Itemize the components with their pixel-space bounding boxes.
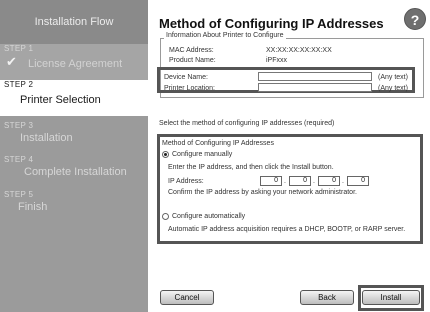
product-name-value: iPFxxx <box>266 57 287 64</box>
cancel-button[interactable]: Cancel <box>160 290 214 305</box>
page-title: Method of Configuring IP Addresses <box>159 16 384 31</box>
mac-address-value: XX:XX:XX:XX:XX:XX <box>266 47 332 54</box>
step-name: Installation <box>20 132 73 144</box>
printer-location-label: Printer Location: <box>164 85 215 92</box>
info-legend: Information About Printer to Configure <box>164 32 286 39</box>
main-panel: Method of Configuring IP Addresses ? Inf… <box>150 0 430 312</box>
method-legend: Method of Configuring IP Addresses <box>162 140 274 147</box>
ip-address-label: IP Address: <box>168 178 204 185</box>
ip-dot: . <box>342 178 344 185</box>
checkmark-icon: ✔ <box>6 54 17 69</box>
step-number: STEP 4 <box>4 155 34 164</box>
step-number: STEP 5 <box>4 190 34 199</box>
step-name: Printer Selection <box>20 94 101 106</box>
step-number: STEP 3 <box>4 121 34 130</box>
sidebar-header: Installation Flow <box>0 0 148 44</box>
step-name: License Agreement <box>28 58 123 70</box>
ip-octet-3-input[interactable]: 0 <box>318 176 340 186</box>
mac-address-label: MAC Address: <box>169 47 214 54</box>
back-button[interactable]: Back <box>300 290 354 305</box>
step-installation: STEP 3 Installation <box>0 121 148 151</box>
step-license-agreement: STEP 1 ✔ License Agreement <box>0 44 148 80</box>
device-name-hint: (Any text) <box>378 74 408 81</box>
printer-location-input[interactable] <box>258 83 372 92</box>
step-finish: STEP 5 Finish <box>0 190 148 220</box>
step-number: STEP 1 <box>4 44 34 53</box>
ip-octet-1-input[interactable]: 0 <box>260 176 282 186</box>
ip-octet-2-input[interactable]: 0 <box>289 176 311 186</box>
ip-dot: . <box>313 178 315 185</box>
install-button[interactable]: Install <box>362 290 420 305</box>
ip-method-group: Method of Configuring IP Addresses Confi… <box>157 134 423 244</box>
configure-automatically-label: Configure automatically <box>172 213 246 220</box>
device-name-input[interactable] <box>258 72 372 81</box>
configure-automatically-radio[interactable] <box>162 213 169 220</box>
enter-ip-instruction: Enter the IP address, and then click the… <box>168 164 334 171</box>
configure-manually-radio[interactable] <box>162 151 169 158</box>
configure-manually-option[interactable]: Configure manually <box>162 151 232 158</box>
confirm-ip-instruction: Confirm the IP address by asking your ne… <box>168 189 357 196</box>
device-name-location-box: Device Name: (Any text) Printer Location… <box>157 67 415 93</box>
ip-dot: . <box>284 178 286 185</box>
printer-location-hint: (Any text) <box>378 85 408 92</box>
step-complete-installation: STEP 4 Complete Installation <box>0 155 148 185</box>
ip-octet-4-input[interactable]: 0 <box>347 176 369 186</box>
step-name: Finish <box>18 201 48 213</box>
auto-ip-instruction: Automatic IP address acquisition require… <box>168 226 406 233</box>
step-printer-selection: STEP 2 Printer Selection <box>0 80 148 116</box>
configure-manually-label: Configure manually <box>172 151 233 158</box>
configure-automatically-option[interactable]: Configure automatically <box>162 213 245 220</box>
installation-flow-sidebar: Installation Flow STEP 1 ✔ License Agree… <box>0 0 148 312</box>
step-name: Complete Installation <box>24 166 127 178</box>
product-name-label: Product Name: <box>169 57 216 64</box>
help-icon[interactable]: ? <box>404 8 426 30</box>
device-name-label: Device Name: <box>164 74 208 81</box>
select-method-instruction: Select the method of configuring IP addr… <box>159 120 335 127</box>
step-number: STEP 2 <box>4 80 34 89</box>
